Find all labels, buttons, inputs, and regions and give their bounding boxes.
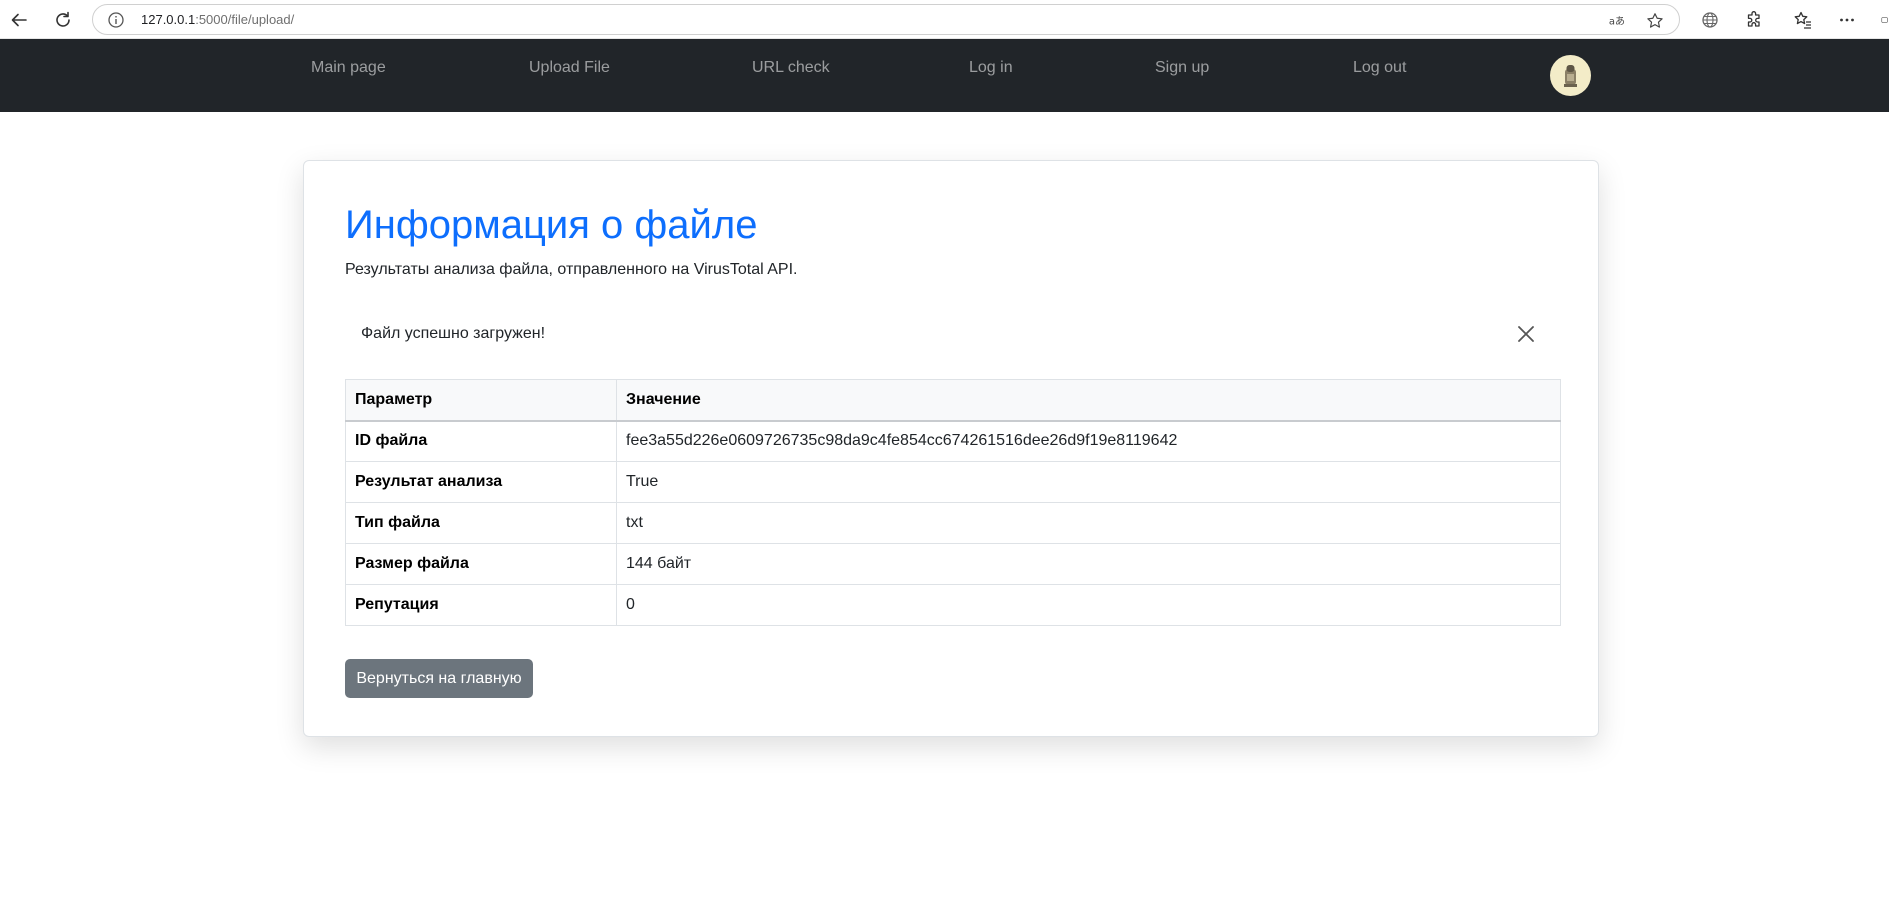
favorite-star-icon[interactable] bbox=[1644, 10, 1666, 32]
table-row: Результат анализа True bbox=[345, 461, 1561, 503]
url-text: 127.0.0.1:5000/file/upload/ bbox=[141, 12, 294, 27]
column-header-value: Значение bbox=[616, 379, 1561, 422]
back-to-main-button[interactable]: Вернуться на главную bbox=[345, 659, 533, 698]
value-cell: 144 байт bbox=[616, 543, 1561, 585]
sidebar-edge-icon[interactable] bbox=[1875, 5, 1889, 35]
file-info-card: Информация о файле Результаты анализа фа… bbox=[303, 160, 1599, 737]
file-info-table: Параметр Значение ID файла fee3a55d226e0… bbox=[345, 379, 1561, 626]
param-cell: Тип файла bbox=[345, 502, 617, 544]
nav-upload-file[interactable]: Upload File bbox=[529, 59, 610, 77]
param-cell: Репутация bbox=[345, 584, 617, 626]
translate-icon[interactable]: aあ bbox=[1606, 10, 1628, 32]
top-navbar: Main page Upload File URL check Log in S… bbox=[0, 39, 1889, 112]
param-cell: Размер файла bbox=[345, 543, 617, 585]
more-menu-icon[interactable] bbox=[1832, 5, 1862, 35]
nav-url-check[interactable]: URL check bbox=[752, 59, 830, 77]
url-path: :5000/file/upload/ bbox=[195, 12, 295, 27]
avatar[interactable] bbox=[1550, 55, 1591, 96]
table-row: Тип файла txt bbox=[345, 502, 1561, 544]
param-cell: Результат анализа bbox=[345, 461, 617, 503]
extensions-icon[interactable] bbox=[1739, 5, 1769, 35]
nav-log-out[interactable]: Log out bbox=[1353, 59, 1406, 77]
param-cell: ID файла bbox=[345, 420, 617, 462]
value-cell: fee3a55d226e0609726735c98da9c4fe854cc674… bbox=[616, 420, 1561, 462]
table-row: ID файла fee3a55d226e0609726735c98da9c4f… bbox=[345, 420, 1561, 462]
site-info-icon[interactable] bbox=[107, 11, 125, 29]
value-cell: True bbox=[616, 461, 1561, 503]
back-icon[interactable] bbox=[4, 5, 34, 35]
page-title: Информация о файле bbox=[345, 203, 758, 247]
page-lead: Результаты анализа файла, отправленного … bbox=[345, 261, 798, 278]
address-bar[interactable]: 127.0.0.1:5000/file/upload/ aあ bbox=[92, 4, 1680, 35]
close-icon[interactable] bbox=[1514, 322, 1538, 346]
nav-main-page[interactable]: Main page bbox=[311, 59, 386, 77]
table-header-row: Параметр Значение bbox=[345, 379, 1561, 422]
url-host: 127.0.0.1 bbox=[141, 12, 196, 27]
nav-log-in[interactable]: Log in bbox=[969, 59, 1013, 77]
globe-icon[interactable] bbox=[1695, 5, 1725, 35]
value-cell: txt bbox=[616, 502, 1561, 544]
table-row: Размер файла 144 байт bbox=[345, 543, 1561, 585]
value-cell: 0 bbox=[616, 584, 1561, 626]
browser-toolbar: 127.0.0.1:5000/file/upload/ aあ bbox=[0, 0, 1889, 39]
table-row: Репутация 0 bbox=[345, 584, 1561, 626]
svg-text:aあ: aあ bbox=[1609, 16, 1625, 28]
column-header-parameter: Параметр bbox=[345, 379, 617, 422]
reload-icon[interactable] bbox=[48, 5, 78, 35]
favorites-list-icon[interactable] bbox=[1788, 5, 1818, 35]
success-alert: Файл успешно загружен! bbox=[345, 304, 1560, 366]
alert-message: Файл успешно загружен! bbox=[361, 325, 546, 342]
nav-sign-up[interactable]: Sign up bbox=[1155, 59, 1209, 77]
